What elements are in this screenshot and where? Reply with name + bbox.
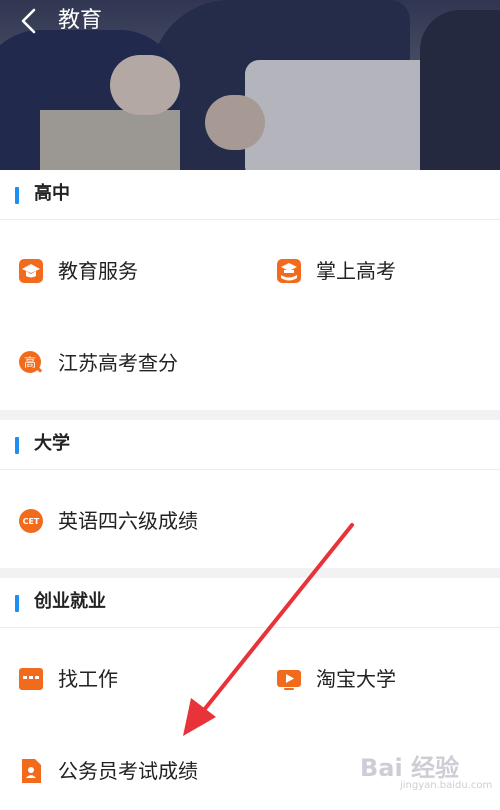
service-item-cet-score[interactable]: CET 英语四六级成绩	[18, 496, 198, 546]
item-label: 教育服务	[58, 259, 138, 283]
item-label: 英语四六级成绩	[58, 509, 198, 533]
cet-icon: CET	[18, 508, 44, 534]
section-title: 大学	[34, 433, 70, 454]
video-play-icon	[276, 666, 302, 692]
item-label: 找工作	[58, 667, 118, 691]
item-label: 江苏高考查分	[58, 351, 178, 375]
service-item-jiangsu-score[interactable]: 高 江苏高考查分	[18, 338, 178, 388]
book-icon	[276, 258, 302, 284]
section-title: 高中	[34, 183, 70, 204]
section-title: 创业就业	[34, 591, 106, 612]
page-title: 教育	[58, 8, 103, 33]
back-button[interactable]	[10, 2, 46, 40]
item-label: 公务员考试成绩	[58, 759, 198, 783]
service-item-taobao-university[interactable]: 淘宝大学	[276, 654, 396, 704]
svg-text:高: 高	[24, 355, 36, 370]
item-label: 掌上高考	[316, 259, 396, 283]
service-item-gaokao-app[interactable]: 掌上高考	[276, 246, 396, 296]
section-header-career: 创业就业	[0, 578, 500, 628]
section-accent-bar	[15, 437, 19, 454]
chevron-left-icon	[21, 8, 36, 34]
section-divider	[0, 410, 500, 420]
service-item-civil-service-score[interactable]: 公务员考试成绩	[18, 746, 198, 796]
gaokao-search-icon: 高	[18, 350, 44, 376]
item-label: 淘宝大学	[316, 667, 396, 691]
document-person-icon	[18, 758, 44, 784]
section-header-high-school: 高中	[0, 170, 500, 220]
section-header-university: 大学	[0, 420, 500, 470]
section-accent-bar	[15, 595, 19, 612]
svg-text:CET: CET	[23, 517, 40, 526]
baidu-watermark-url: jingyan.baidu.com	[400, 780, 493, 791]
section-divider	[0, 568, 500, 578]
graduation-cap-icon	[18, 258, 44, 284]
service-item-find-job[interactable]: 找工作	[18, 654, 118, 704]
job-icon	[18, 666, 44, 692]
section-accent-bar	[15, 187, 19, 204]
service-item-education[interactable]: 教育服务	[18, 246, 138, 296]
baidu-watermark: Bai 经验	[360, 754, 460, 782]
